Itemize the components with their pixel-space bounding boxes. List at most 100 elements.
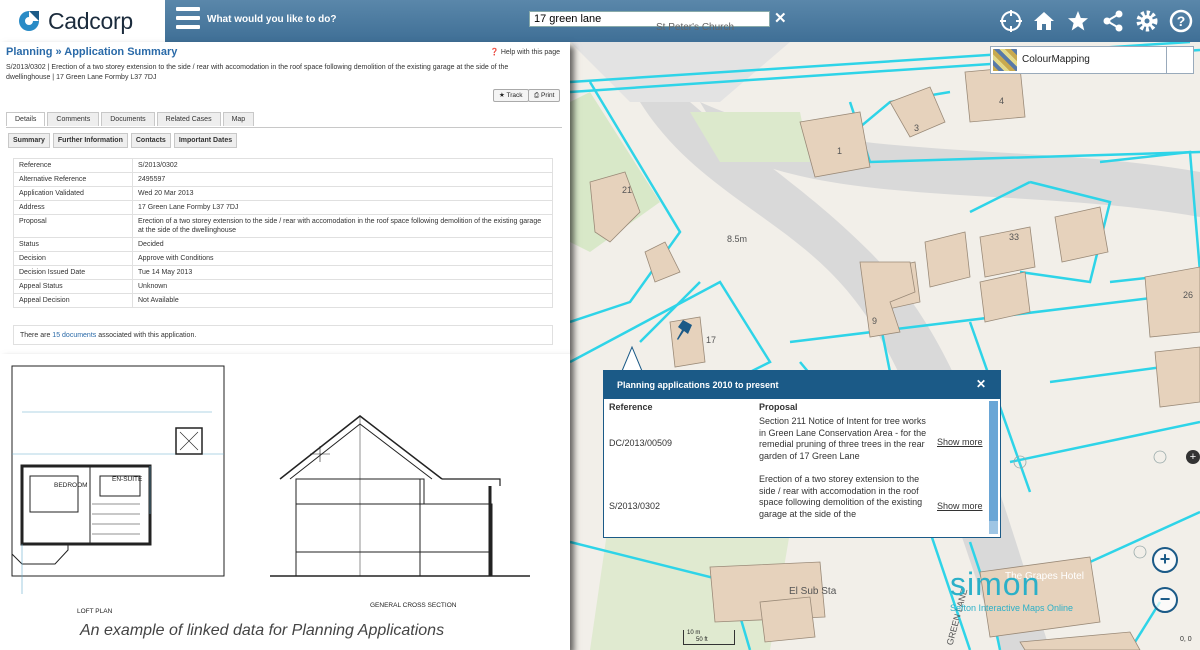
home-icon[interactable] (1031, 8, 1057, 34)
table-row: Application Validated Wed 20 Mar 2013 (13, 186, 553, 201)
subtab-important-dates[interactable]: Important Dates (173, 133, 238, 148)
house-number: 3 (914, 123, 920, 133)
map-canvas[interactable] (570, 42, 1200, 650)
row-value: Wed 20 Mar 2013 (132, 186, 553, 201)
row-key: Decision Issued Date (13, 265, 133, 280)
row-key: Proposal (13, 214, 133, 238)
layer-thumbnail (993, 49, 1017, 71)
expand-button[interactable]: + (1186, 450, 1200, 464)
subtab-further-information[interactable]: Further Information (52, 133, 128, 148)
print-icon: ⎙ (534, 92, 540, 99)
share-icon[interactable] (1100, 8, 1126, 34)
cross-section-label: GENERAL CROSS SECTION (370, 602, 457, 609)
breadcrumb[interactable]: Planning » Application Summary (6, 46, 177, 58)
gear-icon[interactable] (1134, 8, 1160, 34)
table-row: Appeal Decision Not Available (13, 293, 553, 308)
row-key: Status (13, 237, 133, 252)
tab-details[interactable]: Details (6, 112, 46, 126)
scale-bar: 10 m 50 ft (683, 630, 735, 645)
row-key: Application Validated (13, 186, 133, 201)
planning-panel: Planning » Application Summary ❓ Help wi… (0, 42, 570, 354)
row-value: Erection of a two storey extension to th… (132, 214, 553, 238)
help-circle-icon: ❓ (490, 49, 499, 56)
track-icon: ★ (499, 92, 505, 99)
docs-prefix: There are (20, 332, 53, 339)
help-icon[interactable]: ? (1168, 8, 1194, 34)
popup-ref: S/2013/0302 (609, 501, 661, 511)
row-value: 17 Green Lane Formby L37 7DJ (132, 200, 553, 215)
bedroom-label: BEDROOM (54, 482, 88, 489)
map-label-church: St Peter's Church (656, 22, 735, 33)
documents-link[interactable]: 15 documents (52, 332, 96, 339)
layer-toggle[interactable] (1166, 47, 1193, 73)
table-row: Reference S/2013/0302 (13, 158, 553, 173)
caption: An example of linked data for Planning A… (80, 622, 445, 639)
subtab-bar: Summary Further Information Contacts Imp… (8, 133, 240, 148)
menu-icon[interactable] (176, 7, 200, 35)
scale-meters: 10 m (687, 630, 701, 636)
row-key: Alternative Reference (13, 172, 133, 187)
subtab-contacts[interactable]: Contacts (130, 133, 171, 148)
layer-selector[interactable]: ColourMapping (990, 46, 1194, 74)
track-label: Track (506, 92, 523, 99)
table-row: Address 17 Green Lane Formby L37 7DJ (13, 200, 553, 215)
popup-proposal: Erection of a two storey extension to th… (759, 474, 923, 519)
popup-scrollbar[interactable] (989, 401, 998, 534)
popup-proposal: Section 211 Notice of Intent for tree wo… (759, 416, 927, 461)
help-link[interactable]: ❓ Help with this page (490, 48, 560, 56)
loft-plan-label: LOFT PLAN (77, 608, 113, 615)
popup-title: Planning applications 2010 to present (604, 371, 1000, 399)
what-to-do-prompt[interactable]: What would you like to do? (207, 14, 336, 25)
logo-text: Cadcorp (48, 7, 133, 34)
house-number: 4 (999, 96, 1005, 106)
print-button[interactable]: ⎙ Print (528, 89, 561, 102)
house-number: 33 (1009, 232, 1020, 242)
row-key: Appeal Decision (13, 293, 133, 308)
popup-col-proposal: Proposal (759, 402, 798, 412)
close-icon[interactable]: ✕ (976, 377, 986, 391)
star-icon[interactable] (1065, 8, 1091, 34)
row-value: Not Available (132, 293, 553, 308)
print-label: Print (541, 92, 555, 99)
drawing-panel: BEDROOM EN-SUITE LOFT PLAN GENERAL CROSS… (0, 354, 570, 650)
tab-comments[interactable]: Comments (47, 112, 100, 126)
brand-name: simon (950, 566, 1041, 602)
popup-ref: DC/2013/00509 (609, 438, 673, 448)
row-value: Decided (132, 237, 553, 252)
tab-bar: Details Comments Documents Related Cases… (6, 112, 256, 126)
scrollbar-thumb[interactable] (989, 401, 998, 521)
docs-suffix: associated with this application. (96, 332, 197, 339)
documents-note: There are 15 documents associated with t… (13, 325, 553, 345)
crosshair-icon[interactable] (998, 8, 1024, 34)
close-icon[interactable]: ✕ (774, 9, 787, 27)
popup-col-reference: Reference (609, 402, 653, 412)
house-number: 21 (622, 185, 633, 195)
zoom-in-button[interactable]: + (1152, 547, 1178, 573)
architectural-drawing (11, 365, 530, 594)
table-row: Proposal Erection of a two storey extensi… (13, 214, 553, 238)
row-value: 2495597 (132, 172, 553, 187)
tab-related-cases[interactable]: Related Cases (156, 112, 221, 126)
help-label: Help with this page (500, 49, 560, 56)
coordinate-readout: 0, 0 (1180, 636, 1192, 643)
subtab-summary[interactable]: Summary (8, 133, 50, 148)
row-value: Unknown (132, 279, 553, 294)
map-label-el-sub-sta: El Sub Sta (789, 586, 837, 597)
row-key: Address (13, 200, 133, 215)
show-more-link[interactable]: Show more (937, 437, 983, 447)
tab-map[interactable]: Map (222, 112, 255, 126)
map-drawing (570, 42, 1200, 650)
simon-brand: simon Sefton Interactive Maps Online (950, 566, 1073, 613)
track-button[interactable]: ★ Track (493, 89, 529, 102)
row-value: Tue 14 May 2013 (132, 265, 553, 280)
table-row: Decision Approve with Conditions (13, 251, 553, 266)
row-key: Reference (13, 158, 133, 173)
table-row: Appeal Status Unknown (13, 279, 553, 294)
tab-documents[interactable]: Documents (101, 112, 155, 126)
cadcorp-logo[interactable]: Cadcorp (0, 0, 165, 42)
show-more-link[interactable]: Show more (937, 501, 983, 511)
zoom-out-button[interactable]: − (1152, 587, 1178, 613)
top-toolbar: Cadcorp What would you like to do? ✕ ? (0, 0, 1200, 42)
svg-text:?: ? (1177, 13, 1186, 29)
brand-tagline: Sefton Interactive Maps Online (950, 603, 1074, 613)
